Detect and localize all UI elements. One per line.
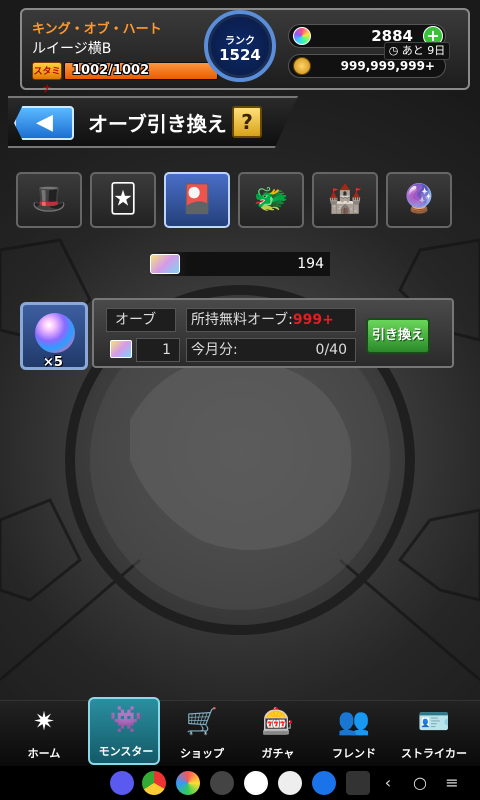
chrome-icon[interactable] xyxy=(142,771,166,795)
nav-shop[interactable]: 🛒 ショップ xyxy=(166,701,238,767)
tab-card-flower[interactable]: 🃏 xyxy=(90,172,156,228)
nav-label: ガチャ xyxy=(261,747,295,760)
card-count: 194 xyxy=(297,256,324,272)
month-label: 今月分: xyxy=(191,342,238,358)
card-cost: 1 xyxy=(136,338,180,362)
recents-nav-icon[interactable]: ≡ xyxy=(440,771,464,795)
system-nav-bar: ‹ ○ ≡ xyxy=(0,766,480,800)
pinwheel-icon[interactable] xyxy=(244,771,268,795)
nav-label: フレンド xyxy=(332,747,376,760)
orb-multiplier: ×5 xyxy=(43,355,63,370)
rank-badge[interactable]: ランク 1524 xyxy=(204,10,276,82)
tab-rainbow-card[interactable]: 🎴 xyxy=(164,172,230,228)
free-orb-label: 所持無料オーブ: xyxy=(191,312,293,328)
orb-label: オーブ xyxy=(106,308,176,332)
treasure-box-icon: 🏰 xyxy=(327,182,363,215)
rainbow-card-icon xyxy=(150,254,180,274)
help-button[interactable]: ? xyxy=(232,106,262,138)
nav-gacha[interactable]: 🎰 ガチャ xyxy=(242,701,314,767)
top-hat-clover-icon: 🎩 xyxy=(31,182,67,215)
monster-icon: 👾 xyxy=(109,705,143,735)
player-name: ルイージ横B xyxy=(32,41,112,57)
striker-icon: 🪪 xyxy=(417,707,451,737)
tab-top-hat-clover[interactable]: 🎩 xyxy=(16,172,82,228)
page-title: オーブ引き換え xyxy=(88,112,227,136)
settings-icon[interactable] xyxy=(312,771,336,795)
free-orb-value: 999+ xyxy=(292,312,334,328)
coin-icon xyxy=(293,57,311,75)
orb-icon xyxy=(35,313,75,353)
camera-icon[interactable] xyxy=(210,771,234,795)
friend-icon: 👥 xyxy=(337,707,371,737)
stamina-value: 1002/1002 xyxy=(72,63,150,78)
days-remaining-badge: ◷ あと 9日 xyxy=(384,42,450,60)
chat-app-icon[interactable] xyxy=(110,771,134,795)
exchange-button[interactable]: 引き換え xyxy=(366,318,430,354)
free-orb-row: 所持無料オーブ:999+ xyxy=(186,308,356,332)
month-row: 今月分: 0/40 xyxy=(186,338,356,362)
rank-label: ランク xyxy=(225,36,255,47)
back-button[interactable]: ◀ xyxy=(14,106,74,140)
card-flower-icon: 🃏 xyxy=(108,182,138,215)
orb-icon xyxy=(293,27,311,45)
bottom-nav: ✷ ホーム 👾 モンスター 🛒 ショップ 🎰 ガチャ 👥 フレンド 🪪 ストライ… xyxy=(0,697,480,767)
stamina-badge: スタミナ xyxy=(32,62,62,95)
orb-event-icon: 🔮 xyxy=(401,182,437,215)
orb-reward-tile: ×5 xyxy=(20,302,88,370)
shop-cart-icon: 🛒 xyxy=(185,707,219,737)
home-icon: ✷ xyxy=(33,707,55,737)
dragon-character-icon: 🐲 xyxy=(253,182,289,215)
coin-count: 999,999,999+ xyxy=(340,59,435,73)
nav-friend[interactable]: 👥 フレンド xyxy=(318,701,390,767)
tab-dragon-character[interactable]: 🐲 xyxy=(238,172,304,228)
card-cost-icon xyxy=(110,340,132,358)
player-title: キング・オブ・ハート xyxy=(32,22,162,37)
gacha-icon: 🎰 xyxy=(261,707,295,737)
maps-icon[interactable] xyxy=(278,771,302,795)
nav-monster[interactable]: 👾 モンスター xyxy=(88,697,160,765)
tab-treasure-box[interactable]: 🏰 xyxy=(312,172,378,228)
nav-label: ホーム xyxy=(27,747,61,760)
app-grid-icon[interactable] xyxy=(346,771,370,795)
home-nav-icon[interactable]: ○ xyxy=(408,771,432,795)
category-tabs: 🎩 🃏 🎴 🐲 🏰 🔮 xyxy=(16,172,456,230)
nav-label: ショップ xyxy=(180,747,224,760)
back-nav-icon[interactable]: ‹ xyxy=(376,771,400,795)
tab-orb-event[interactable]: 🔮 xyxy=(386,172,452,228)
nav-label: ストライカー xyxy=(401,747,467,760)
nav-striker[interactable]: 🪪 ストライカー xyxy=(398,701,470,767)
nav-label: モンスター xyxy=(98,745,154,758)
nav-home[interactable]: ✷ ホーム xyxy=(8,701,80,767)
exchange-panel: オーブ 1 所持無料オーブ:999+ 今月分: 0/40 引き換え xyxy=(92,298,454,368)
month-value: 0/40 xyxy=(315,342,347,358)
player-info[interactable]: キング・オブ・ハート ルイージ横B スタミナ 1002/1002 xyxy=(24,12,218,95)
back-arrow-icon: ◀ xyxy=(36,110,53,135)
rainbow-card-icon: 🎴 xyxy=(179,182,215,215)
rank-value: 1524 xyxy=(219,46,261,64)
photos-icon[interactable] xyxy=(176,771,200,795)
